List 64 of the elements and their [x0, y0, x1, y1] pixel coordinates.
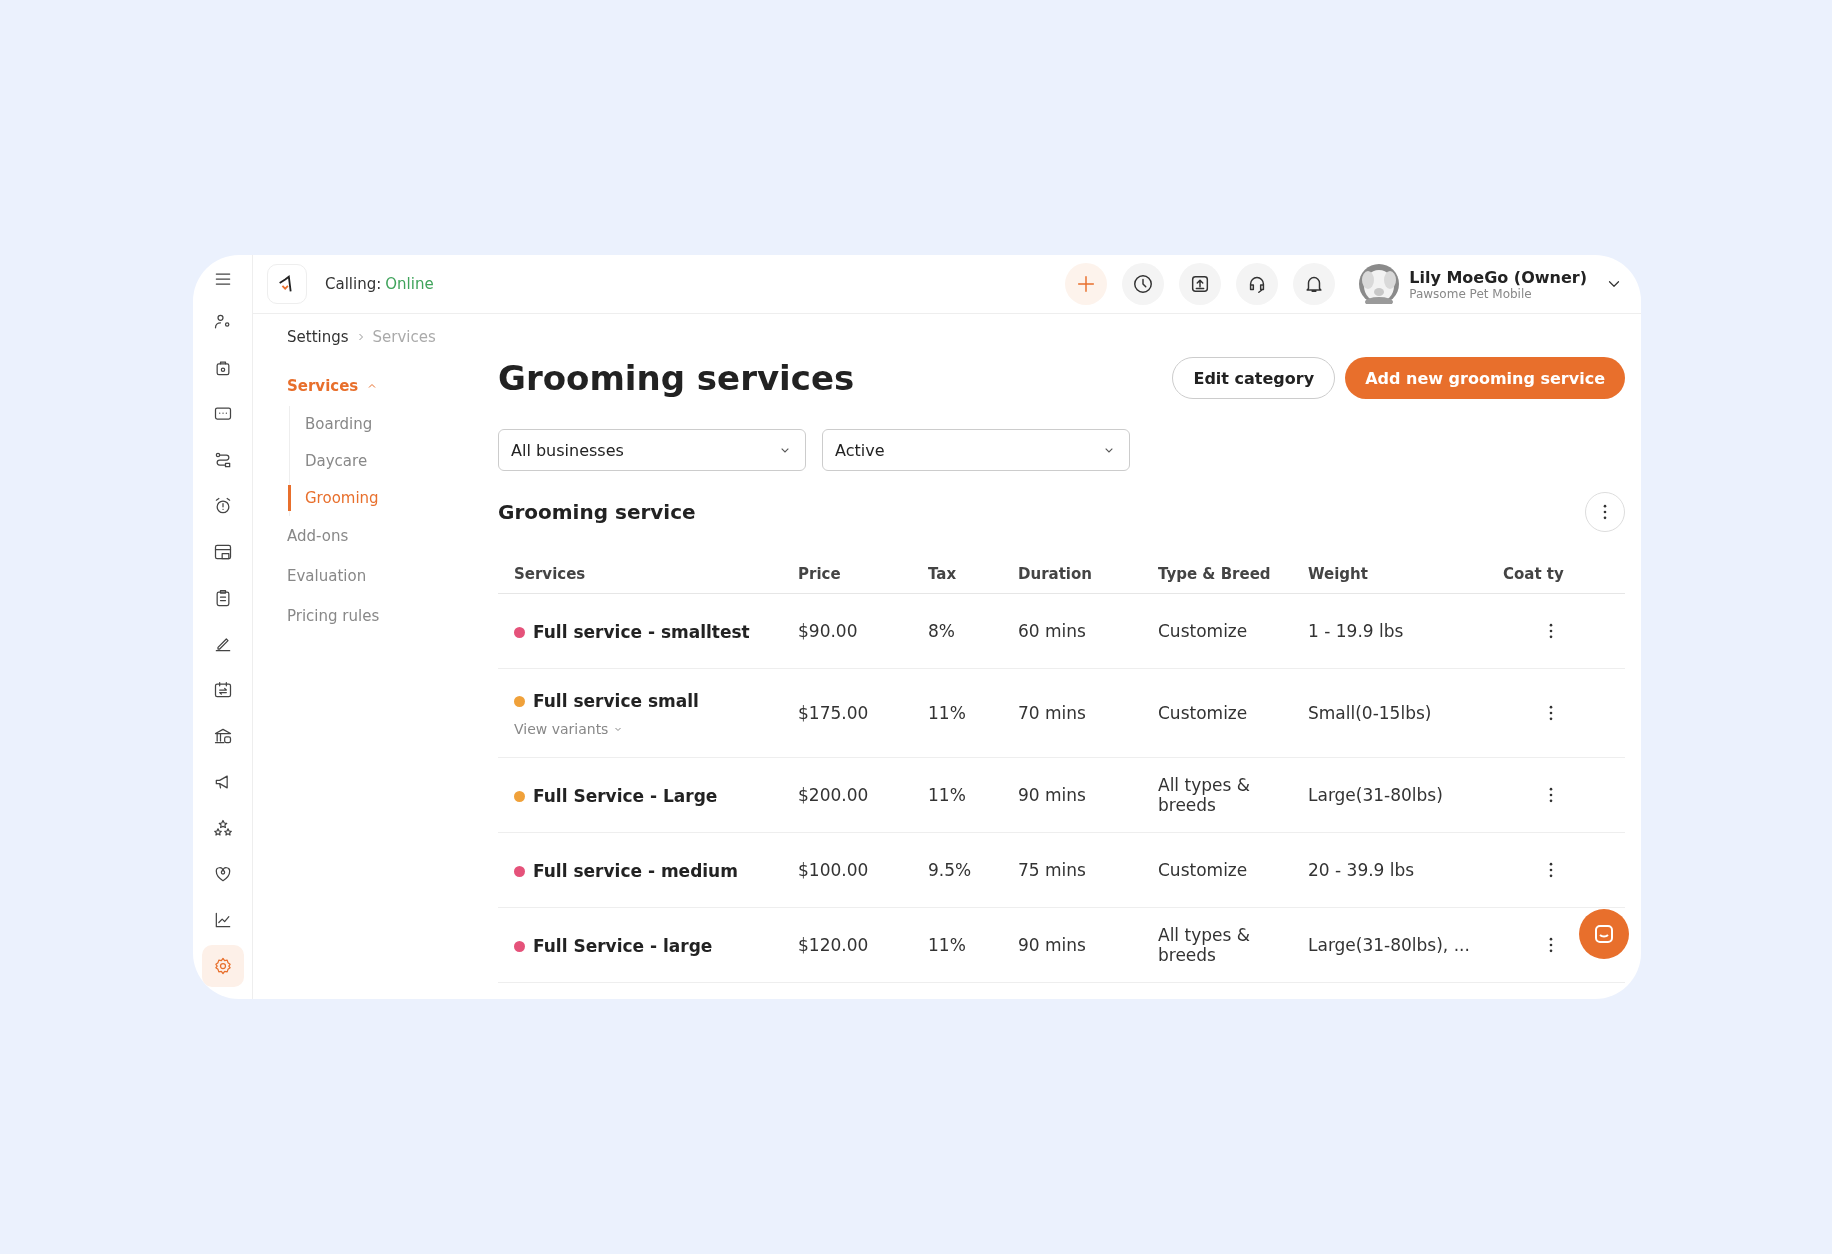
table-cell-text: 60 mins	[1018, 621, 1087, 641]
table-cell-text: $200.00	[798, 785, 870, 805]
edit-category-button[interactable]: Edit category	[1172, 357, 1336, 399]
nav-item[interactable]: Services	[287, 377, 359, 395]
column-header: Coat ty	[1503, 565, 1565, 583]
nav-item[interactable]: Add-ons	[287, 527, 349, 545]
bell-icon[interactable]	[1293, 263, 1336, 305]
table-cell-text: $100.00	[798, 860, 870, 880]
table-cell-text: Customize	[1158, 703, 1249, 723]
filter-dropdown[interactable]: All businesses	[498, 429, 806, 471]
service-name: Full service - smalltest	[533, 622, 750, 642]
table-cell-text: 90 mins	[1018, 935, 1087, 955]
table-cell-text: Customize	[1158, 621, 1249, 641]
table-cell-text: 11%	[928, 935, 967, 955]
table-cell-text: 70 mins	[1018, 703, 1087, 723]
table-cell-text: Large(31-80lbs)	[1308, 785, 1444, 805]
column-header: Tax	[928, 565, 958, 583]
table-cell-text: Small(0-15lbs)	[1308, 703, 1433, 723]
table-cell-text: $120.00	[798, 935, 870, 955]
filter-dropdown[interactable]: Active	[822, 429, 1130, 471]
section-title: Grooming service	[498, 500, 696, 524]
settings-icon[interactable]	[201, 945, 244, 987]
service-name: Full service small	[533, 691, 699, 711]
service-name: Full Service - Large	[533, 786, 718, 806]
table-cell-text: All types & breeds	[1158, 925, 1251, 965]
user-name: Lily MoeGo (Owner)	[1409, 267, 1587, 287]
table-cell-text: 9.5%	[928, 860, 973, 880]
table-cell-text: Large(31-80lbs), ...	[1308, 935, 1471, 955]
table-cell-text: 90 mins	[1018, 785, 1087, 805]
breadcrumb-item[interactable]: Settings	[287, 328, 349, 346]
table-cell-text: 20 - 39.9 lbs	[1308, 860, 1416, 880]
nav-subitem[interactable]: Grooming	[288, 485, 498, 511]
headset-icon[interactable]	[1236, 263, 1279, 305]
clock-icon[interactable]	[1122, 263, 1165, 305]
table-cell-text: 75 mins	[1018, 860, 1087, 880]
logo-icon[interactable]	[267, 264, 307, 304]
add-service-button[interactable]: Add new grooming service	[1345, 357, 1625, 399]
nav-subitem[interactable]: Daycare	[288, 443, 498, 480]
calling-label: Calling:	[325, 275, 382, 293]
page-title: Grooming services	[498, 358, 855, 398]
column-header: Duration	[1018, 565, 1093, 583]
column-header: Price	[798, 565, 842, 583]
column-header: Type & Breed	[1158, 565, 1272, 583]
breadcrumb-item: Services	[372, 328, 436, 346]
service-name: Full service - medium	[533, 861, 738, 881]
table-cell-text: Customize	[1158, 860, 1249, 880]
nav-item[interactable]: Pricing rules	[287, 607, 380, 625]
column-header: Services	[513, 565, 587, 583]
column-header: Weight	[1308, 565, 1369, 583]
table-cell-text: All types & breeds	[1158, 775, 1251, 815]
calling-status: Online	[385, 275, 434, 293]
table-cell-text: 11%	[928, 703, 967, 723]
view-variants-link[interactable]: View variants	[514, 721, 625, 737]
nav-subitem[interactable]: Boarding	[288, 406, 498, 443]
table-cell-text: 8%	[928, 621, 956, 641]
table-cell-text: $90.00	[798, 621, 859, 641]
business-name: Pawsome Pet Mobile	[1409, 286, 1533, 301]
chat-icon[interactable]	[1579, 909, 1629, 959]
table-cell-text: 1 - 19.9 lbs	[1308, 621, 1405, 641]
nav-item[interactable]: Evaluation	[287, 567, 367, 585]
table-cell-text: 11%	[928, 785, 967, 805]
table-cell-text: $175.00	[798, 703, 870, 723]
service-name: Full Service - large	[533, 936, 713, 956]
upload-icon[interactable]	[1179, 263, 1222, 305]
